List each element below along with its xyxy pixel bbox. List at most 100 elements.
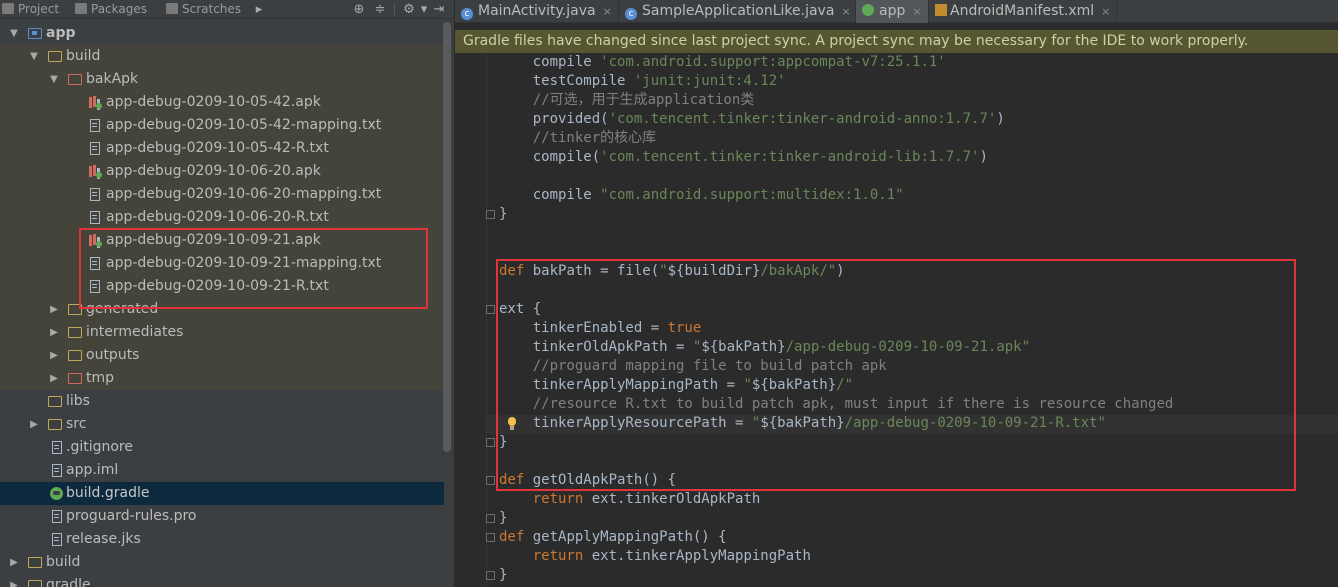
close-tab-icon[interactable]: × xyxy=(912,5,921,18)
tree-item-app[interactable]: ▼ app xyxy=(0,22,444,45)
tree-item-gitignore[interactable]: .gitignore xyxy=(0,436,444,459)
collapse-arrow-icon[interactable]: ▶ xyxy=(48,344,60,367)
tree-item-file[interactable]: app-debug-0209-10-05-42.apk xyxy=(0,91,444,114)
tree-item-proguard-rules[interactable]: proguard-rules.pro xyxy=(0,505,444,528)
fold-marker-icon[interactable] xyxy=(486,305,495,314)
folder-icon xyxy=(28,580,42,587)
tree-item-build-gradle[interactable]: build.gradle xyxy=(0,482,444,505)
tab-scratches[interactable]: Scratches xyxy=(166,1,241,18)
tree-scrollbar[interactable] xyxy=(443,22,451,452)
collapse-arrow-icon[interactable]: ▶ xyxy=(48,321,60,344)
fold-marker-icon[interactable] xyxy=(486,571,495,580)
text-file-icon xyxy=(52,510,62,523)
highlight-box-code xyxy=(496,259,1296,491)
tab-app-gradle[interactable]: app × xyxy=(856,0,929,23)
collapse-arrow-icon[interactable]: ▶ xyxy=(28,413,40,436)
fold-marker-icon[interactable] xyxy=(486,210,495,219)
tree-item-tmp[interactable]: ▶ tmp xyxy=(0,367,444,390)
code-line: def getApplyMappingPath() { xyxy=(499,529,727,545)
apk-file-icon xyxy=(89,165,102,178)
code-line: return ext.tinkerOldApkPath xyxy=(499,491,761,507)
tab-packages[interactable]: Packages xyxy=(75,1,147,18)
tree-item-file[interactable]: app-debug-0209-10-06-20-mapping.txt xyxy=(0,183,444,206)
scroll-from-source-icon[interactable]: ⊕ xyxy=(352,1,366,18)
collapse-arrow-icon[interactable]: ▶ xyxy=(8,551,20,574)
collapse-arrow-icon[interactable]: ▶ xyxy=(8,574,20,587)
code-line: compile "com.android.support:multidex:1.… xyxy=(499,187,904,203)
fold-marker-icon[interactable] xyxy=(486,514,495,523)
folder-icon xyxy=(48,419,62,430)
close-tab-icon[interactable]: × xyxy=(603,5,612,18)
collapse-all-icon[interactable]: ≑ xyxy=(373,1,387,18)
folder-icon xyxy=(68,327,82,338)
collapse-arrow-icon[interactable]: ▶ xyxy=(48,298,60,321)
module-folder-icon xyxy=(28,28,42,39)
folder-icon xyxy=(48,51,62,62)
tree-item-app-iml[interactable]: app.iml xyxy=(0,459,444,482)
fold-marker-icon[interactable] xyxy=(486,476,495,485)
gradle-sync-banner: Gradle files have changed since last pro… xyxy=(455,30,1338,53)
tree-item-root-build[interactable]: ▶ build xyxy=(0,551,444,574)
java-class-icon: c xyxy=(625,8,637,20)
settings-dropdown-icon[interactable]: ▾ xyxy=(417,1,431,18)
scratches-icon xyxy=(166,3,178,14)
editor-tabbar: c MainActivity.java × c SampleApplicationLi… xyxy=(455,0,1338,23)
toolbar-divider xyxy=(394,3,395,16)
tree-item-file[interactable]: app-debug-0209-10-05-42-R.txt xyxy=(0,137,444,160)
code-line: compile('com.tencent.tinker:tinker-andro… xyxy=(499,149,988,165)
project-icon xyxy=(2,3,14,14)
code-line: //tinker的核心库 xyxy=(499,130,657,146)
tree-item-release-jks[interactable]: release.jks xyxy=(0,528,444,551)
tree-item-src[interactable]: ▶ src xyxy=(0,413,444,436)
highlight-box-files xyxy=(79,228,428,309)
java-class-icon: c xyxy=(461,8,473,20)
tree-item-build[interactable]: ▼ build xyxy=(0,45,444,68)
more-tabs-icon[interactable]: ▸ xyxy=(252,1,266,18)
tab-sampleapplicationlike[interactable]: c SampleApplicationLike.java × xyxy=(619,0,856,23)
packages-icon xyxy=(75,3,87,14)
gutter xyxy=(486,53,487,587)
folder-icon xyxy=(68,350,82,361)
tree-item-bakapk[interactable]: ▼ bakApk xyxy=(0,68,444,91)
expand-arrow-icon[interactable]: ▼ xyxy=(8,22,20,45)
fold-marker-icon[interactable] xyxy=(486,533,495,542)
folder-icon xyxy=(68,373,82,384)
tree-item-file[interactable]: app-debug-0209-10-06-20.apk xyxy=(0,160,444,183)
close-tab-icon[interactable]: × xyxy=(841,5,850,18)
code-line: testCompile 'junit:junit:4.12' xyxy=(499,73,786,89)
settings-gear-icon[interactable]: ⚙ xyxy=(402,1,416,18)
tab-androidmanifest[interactable]: AndroidManifest.xml × xyxy=(929,0,1117,23)
fold-marker-icon[interactable] xyxy=(486,438,495,447)
tree-item-intermediates[interactable]: ▶ intermediates xyxy=(0,321,444,344)
text-file-icon xyxy=(90,119,100,132)
expand-arrow-icon[interactable]: ▼ xyxy=(48,68,60,91)
text-file-icon xyxy=(52,441,62,454)
code-line: } xyxy=(499,206,508,222)
tree-item-file[interactable]: app-debug-0209-10-05-42-mapping.txt xyxy=(0,114,444,137)
text-file-icon xyxy=(90,142,100,155)
project-panel: Project Packages Scratches ▸ ⊕ ≑ ⚙ ▾ ⇥ ▼… xyxy=(0,0,454,587)
tab-mainactivity[interactable]: c MainActivity.java × xyxy=(455,0,619,23)
tree-item-outputs[interactable]: ▶ outputs xyxy=(0,344,444,367)
close-tab-icon[interactable]: × xyxy=(1101,5,1110,18)
code-line: //可选，用于生成application类 xyxy=(499,92,755,108)
tree-item-gradle[interactable]: ▶ gradle xyxy=(0,574,444,587)
code-line: compile 'com.android.support:appcompat-v… xyxy=(499,54,946,70)
gradle-file-icon xyxy=(50,487,63,500)
tab-project[interactable]: Project xyxy=(2,1,59,18)
text-file-icon xyxy=(90,188,100,201)
code-line: } xyxy=(499,567,508,583)
hide-panel-icon[interactable]: ⇥ xyxy=(432,1,446,18)
tool-window-tabbar: Project Packages Scratches ▸ ⊕ ≑ ⚙ ▾ ⇥ xyxy=(0,0,454,19)
manifest-icon xyxy=(935,4,947,16)
tree-item-file[interactable]: app-debug-0209-10-06-20-R.txt xyxy=(0,206,444,229)
tree-item-libs[interactable]: libs xyxy=(0,390,444,413)
gradle-icon xyxy=(862,4,874,16)
expand-arrow-icon[interactable]: ▼ xyxy=(28,45,40,68)
iml-file-icon xyxy=(52,464,62,477)
code-line: return ext.tinkerApplyMappingPath xyxy=(499,548,811,564)
apk-file-icon xyxy=(89,96,102,109)
folder-icon xyxy=(68,74,82,85)
collapse-arrow-icon[interactable]: ▶ xyxy=(48,367,60,390)
code-line: provided('com.tencent.tinker:tinker-andr… xyxy=(499,111,1005,127)
